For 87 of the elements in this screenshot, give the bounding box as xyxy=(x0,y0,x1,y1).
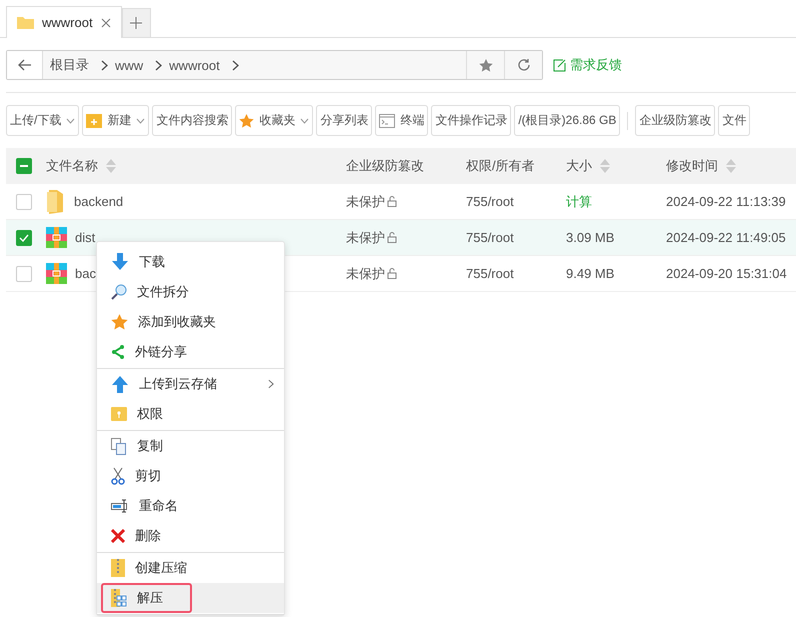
protection-status: 未保护 xyxy=(346,192,466,210)
menu-item[interactable]: 剪切 xyxy=(97,461,284,491)
folder-tab[interactable]: wwwroot xyxy=(6,6,122,38)
folder-icon xyxy=(17,16,34,29)
scissors-icon xyxy=(111,467,125,485)
toolbar-button[interactable]: 企业级防篡改 xyxy=(635,105,716,136)
column-header: 企业级防篡改 xyxy=(346,157,425,175)
key-folder-icon xyxy=(111,407,127,421)
check-icon xyxy=(19,234,29,242)
chevron-icon xyxy=(232,60,239,70)
back-button[interactable] xyxy=(7,51,43,79)
folder-icon xyxy=(46,190,66,214)
refresh-icon xyxy=(516,58,530,72)
toolbar-button[interactable]: 文件 xyxy=(718,105,750,136)
toolbar-button[interactable]: 收藏夹 xyxy=(235,105,314,136)
column-header: 权限/所有者 xyxy=(466,157,536,175)
menu-item[interactable]: 复制 xyxy=(97,431,284,461)
menu-item[interactable]: 权限 xyxy=(97,399,284,429)
toolbar-button[interactable]: 分享列表 xyxy=(316,105,372,136)
menu-item[interactable]: 文件拆分 xyxy=(97,277,284,307)
edit-icon xyxy=(553,58,566,72)
unzip-icon xyxy=(111,589,127,607)
star-icon xyxy=(239,114,254,128)
caret-icon xyxy=(300,118,310,124)
permission-cell-text: 755/root xyxy=(466,194,515,209)
menu-item[interactable]: 添加到收藏夹 xyxy=(97,307,284,337)
permission-cell-text: 755/root xyxy=(466,230,515,245)
refresh-button[interactable] xyxy=(504,51,542,79)
menu-item[interactable]: 删除 xyxy=(97,521,284,551)
up-arrow-icon xyxy=(111,375,129,393)
modified-time: 2024-09-20 15:31:04 xyxy=(666,266,788,281)
row-checkbox[interactable] xyxy=(16,230,32,246)
row-checkbox[interactable] xyxy=(16,194,32,210)
protection-status: 未保护 xyxy=(346,264,466,282)
file-row[interactable]: dist 未保护 755/root 3.09 MB 2024-09-22 11:49:05 xyxy=(6,220,796,256)
share-icon xyxy=(111,345,125,359)
menu-item[interactable]: 上传到云存储 xyxy=(97,369,284,399)
folder-plus-icon xyxy=(86,114,102,128)
plus-icon xyxy=(130,17,142,29)
toolbar-button[interactable]: 新建 xyxy=(82,105,150,136)
archive-icon xyxy=(46,263,67,284)
chevron-icon xyxy=(101,60,108,70)
menu-item[interactable]: 外链分享 xyxy=(97,337,284,367)
left-arrow-icon xyxy=(18,59,32,71)
column-header[interactable]: 修改时间 xyxy=(666,157,796,175)
unlock-icon xyxy=(387,268,397,279)
toolbar-button[interactable]: /(根目录)26.86 GB xyxy=(514,105,620,136)
terminal-icon xyxy=(379,114,396,128)
size-cell-text: 9.49 MB xyxy=(566,266,616,281)
submenu-chevron-icon xyxy=(268,379,274,389)
permission-cell-text: 755/root xyxy=(466,266,515,281)
menu-item[interactable]: 创建压缩 xyxy=(97,553,284,583)
select-all-checkbox[interactable] xyxy=(16,158,32,174)
copy-icon xyxy=(111,438,127,454)
archive-icon xyxy=(46,227,67,248)
file-name[interactable]: bac xyxy=(75,266,96,281)
unlock-icon xyxy=(387,232,397,243)
star-icon xyxy=(111,314,128,330)
modified-time: 2024-09-22 11:49:05 xyxy=(666,230,787,245)
zip-icon xyxy=(111,559,125,577)
close-icon[interactable] xyxy=(100,18,111,28)
toolbar-button[interactable]: 文件内容搜索 xyxy=(152,105,232,136)
modified-time: 2024-09-22 11:13:39 xyxy=(666,194,787,209)
column-header[interactable]: 大小 xyxy=(566,157,666,175)
caret-icon xyxy=(66,118,76,124)
protection-status: 未保护 xyxy=(346,228,466,246)
menu-item[interactable]: 下载 xyxy=(97,247,284,277)
toolbar-button[interactable]: 文件操作记录 xyxy=(431,105,512,136)
rename-icon xyxy=(111,499,129,513)
unlock-icon xyxy=(387,196,397,207)
file-name[interactable]: backend xyxy=(74,194,124,209)
toolbar-button[interactable]: 终端 xyxy=(375,105,428,136)
menu-item[interactable]: 重命名 xyxy=(97,491,284,521)
menu-item[interactable]: 解压 xyxy=(97,583,284,613)
column-header[interactable]: 文件名称 xyxy=(46,157,346,175)
magnifier-icon xyxy=(111,284,127,300)
toolbar-button[interactable]: 上传/下载 xyxy=(6,105,80,136)
caret-icon xyxy=(136,118,146,124)
star-icon xyxy=(478,58,492,72)
add-tab-button[interactable] xyxy=(122,8,151,37)
chevron-icon xyxy=(155,60,162,70)
down-arrow-icon xyxy=(111,253,129,271)
file-name[interactable]: dist xyxy=(75,230,96,245)
minus-icon xyxy=(20,165,28,167)
close-icon xyxy=(111,529,125,543)
row-checkbox[interactable] xyxy=(16,266,32,282)
size-cell-text: 3.09 MB xyxy=(566,230,616,245)
